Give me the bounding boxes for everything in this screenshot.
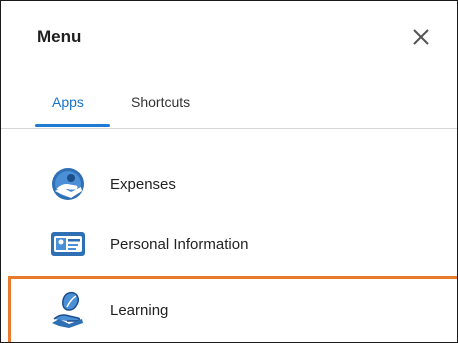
active-tab-indicator — [35, 124, 110, 127]
id-card-icon — [49, 229, 87, 267]
menu-tabs: Apps Shortcuts — [1, 79, 457, 129]
menu-header: Menu — [1, 1, 457, 79]
app-item-label: Learning — [110, 302, 169, 319]
app-item-learning[interactable]: Learning — [8, 276, 457, 342]
app-item-personal-information[interactable]: Personal Information — [1, 219, 457, 271]
expenses-icon — [49, 165, 87, 203]
menu-title: Menu — [37, 27, 82, 46]
close-icon[interactable] — [411, 27, 431, 47]
tab-shortcuts[interactable]: Shortcuts — [131, 94, 190, 110]
app-item-label: Expenses — [110, 176, 176, 193]
learning-icon — [49, 289, 87, 328]
app-item-expenses[interactable]: Expenses — [1, 159, 457, 211]
menu-panel: Menu Apps Shortcuts Expenses Personal In… — [0, 0, 458, 343]
tab-apps[interactable]: Apps — [52, 94, 84, 110]
app-item-label: Personal Information — [110, 236, 249, 253]
